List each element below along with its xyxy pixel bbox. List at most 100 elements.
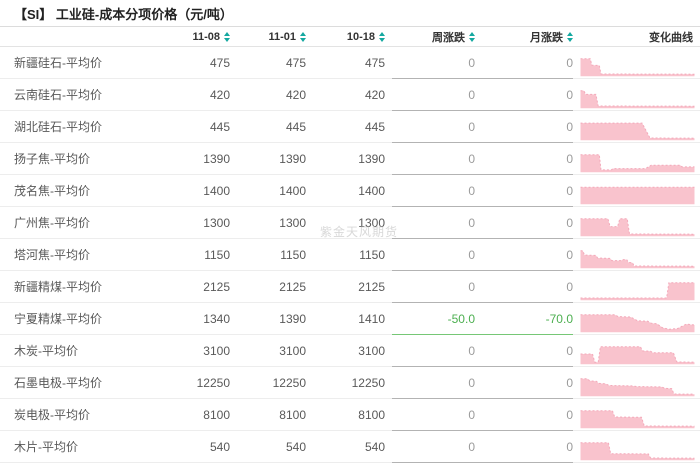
- sparkline-cell: [573, 47, 700, 78]
- value-11-01: 420: [285, 87, 306, 102]
- row-label: 云南硅石-平均价: [14, 88, 102, 102]
- table-row: 新疆硅石-平均价 475 475 475 0 0: [0, 47, 700, 79]
- value-10-18: 1300: [358, 215, 385, 230]
- change-cells: 0 0: [385, 47, 573, 79]
- value-11-01: 540: [285, 439, 306, 454]
- month-change-value: 0: [566, 407, 573, 422]
- week-change-value: 0: [468, 151, 475, 166]
- sparkline-chart: [580, 90, 695, 109]
- week-change-value: 0: [468, 343, 475, 358]
- change-cells: 0 0: [385, 207, 573, 239]
- row-label: 炭电极-平均价: [14, 408, 90, 422]
- change-cells: 0 0: [385, 367, 573, 399]
- change-cells: 0 0: [385, 143, 573, 175]
- value-11-08: 445: [209, 119, 230, 134]
- sparkline-chart: [580, 58, 695, 77]
- table-row: 炭电极-平均价 8100 8100 8100 0 0: [0, 399, 700, 431]
- week-change-value: 0: [468, 439, 475, 454]
- table-row: 塔河焦-平均价 1150 1150 1150 0 0: [0, 239, 700, 271]
- change-cells: 0 0: [385, 431, 573, 463]
- week-change-value: 0: [468, 279, 475, 294]
- sparkline-cell: [573, 335, 700, 366]
- change-cells: 0 0: [385, 271, 573, 303]
- table-body: 新疆硅石-平均价 475 475 475 0 0 云南硅石-平均价 420 42…: [0, 47, 700, 463]
- page-title: 【SI】 工业硅-成本分项价格（元/吨）: [14, 6, 233, 22]
- change-cells: 0 0: [385, 399, 573, 431]
- value-10-18: 1400: [358, 183, 385, 198]
- sparkline-cell: [573, 239, 700, 270]
- value-10-18: 420: [364, 87, 385, 102]
- sparkline-cell: [573, 207, 700, 238]
- header-week-change[interactable]: 周涨跌: [385, 29, 475, 45]
- value-10-18: 3100: [358, 343, 385, 358]
- value-11-08: 420: [209, 87, 230, 102]
- header-month-change[interactable]: 月涨跌: [475, 29, 573, 45]
- change-cells: 0 0: [385, 175, 573, 207]
- value-11-08: 8100: [203, 407, 230, 422]
- row-label: 新疆精煤-平均价: [14, 280, 102, 294]
- header-date-10-18[interactable]: 10-18: [306, 31, 385, 43]
- row-label: 广州焦-平均价: [14, 216, 90, 230]
- change-cells: 0 0: [385, 79, 573, 111]
- sparkline-chart: [580, 314, 695, 333]
- header-month-change-label: 月涨跌: [530, 31, 563, 44]
- row-label: 宁夏精煤-平均价: [14, 312, 102, 326]
- sparkline-cell: [573, 271, 700, 302]
- header-date-10-18-label: 10-18: [346, 30, 375, 43]
- value-11-01: 1300: [279, 215, 306, 230]
- sparkline-cell: [573, 143, 700, 174]
- week-change-value: -50.0: [447, 311, 475, 326]
- value-11-08: 1400: [203, 183, 230, 198]
- header-date-11-08[interactable]: 11-08: [165, 31, 230, 43]
- title-bar: 【SI】 工业硅-成本分项价格（元/吨）: [0, 0, 700, 27]
- value-11-01: 475: [285, 55, 306, 70]
- row-label: 木片-平均价: [14, 440, 78, 454]
- value-11-08: 12250: [196, 375, 230, 390]
- cost-price-table-page: 【SI】 工业硅-成本分项价格（元/吨） 11-08 11-01 10-18 周…: [0, 0, 700, 464]
- week-change-value: 0: [468, 87, 475, 102]
- sparkline-chart: [580, 442, 695, 461]
- table-row: 湖北硅石-平均价 445 445 445 0 0: [0, 111, 700, 143]
- value-11-08: 2125: [203, 279, 230, 294]
- table-row: 木片-平均价 540 540 540 0 0: [0, 431, 700, 463]
- month-change-value: 0: [566, 87, 573, 102]
- header-date-11-01[interactable]: 11-01: [230, 31, 306, 43]
- row-label: 湖北硅石-平均价: [14, 120, 102, 134]
- table-row: 茂名焦-平均价 1400 1400 1400 0 0: [0, 175, 700, 207]
- sparkline-cell: [573, 431, 700, 462]
- value-11-08: 540: [209, 439, 230, 454]
- change-cells: 0 0: [385, 335, 573, 367]
- month-change-value: 0: [566, 119, 573, 134]
- value-11-01: 445: [285, 119, 306, 134]
- value-11-08: 1390: [203, 151, 230, 166]
- value-10-18: 8100: [358, 407, 385, 422]
- month-change-value: -70.0: [545, 311, 573, 326]
- value-10-18: 445: [364, 119, 385, 134]
- row-label: 扬子焦-平均价: [14, 152, 90, 166]
- table-row: 宁夏精煤-平均价 1340 1390 1410 -50.0 -70.0: [0, 303, 700, 335]
- change-cells: 0 0: [385, 111, 573, 143]
- sparkline-chart: [580, 346, 695, 365]
- sparkline-chart: [580, 378, 695, 397]
- table-row: 石墨电极-平均价 12250 12250 12250 0 0: [0, 367, 700, 399]
- week-change-value: 0: [468, 183, 475, 198]
- change-cells: -50.0 -70.0: [385, 303, 573, 335]
- sparkline-chart: [580, 186, 695, 205]
- week-change-value: 0: [468, 247, 475, 262]
- sparkline-chart: [580, 154, 695, 173]
- sparkline-cell: [573, 367, 700, 398]
- value-10-18: 475: [364, 55, 385, 70]
- table-row: 木炭-平均价 3100 3100 3100 0 0: [0, 335, 700, 367]
- value-11-08: 3100: [203, 343, 230, 358]
- value-11-01: 12250: [272, 375, 306, 390]
- value-11-01: 1390: [279, 151, 306, 166]
- month-change-value: 0: [566, 247, 573, 262]
- sparkline-cell: [573, 111, 700, 142]
- sparkline-chart: [580, 250, 695, 269]
- value-11-01: 3100: [279, 343, 306, 358]
- header-change-curve-label: 变化曲线: [649, 31, 693, 44]
- row-label: 茂名焦-平均价: [14, 184, 90, 198]
- week-change-value: 0: [468, 55, 475, 70]
- header-week-change-label: 周涨跌: [432, 31, 465, 44]
- sparkline-chart: [580, 218, 695, 237]
